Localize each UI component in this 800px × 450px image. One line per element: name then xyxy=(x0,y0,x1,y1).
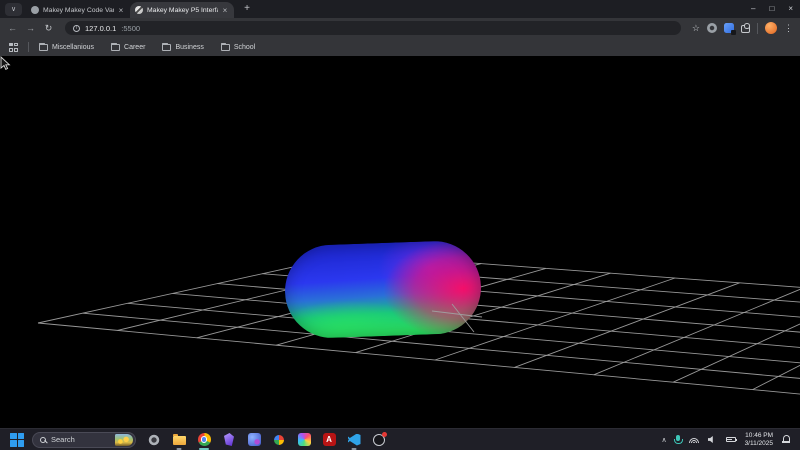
obsidian-app-button[interactable] xyxy=(221,430,237,450)
minimize-button[interactable]: – xyxy=(751,4,755,13)
system-tray: ∧ 10:46 PM 3/11/2025 xyxy=(661,432,794,447)
apps-grid-icon[interactable] xyxy=(9,42,18,52)
extension-icon[interactable] xyxy=(707,23,717,33)
tab-search-button[interactable]: ∨ xyxy=(5,3,22,16)
blue-app-button[interactable] xyxy=(246,430,262,450)
bookmarks-bar: Miscellanious Career Business School xyxy=(0,38,800,56)
folder-icon xyxy=(220,42,230,51)
bookmark-folder-school[interactable]: School xyxy=(220,42,256,51)
site-info-icon[interactable]: i xyxy=(73,24,80,32)
back-button[interactable]: ← xyxy=(7,23,18,33)
tab-close-icon[interactable]: × xyxy=(221,6,229,15)
active-app-indicator xyxy=(199,447,209,450)
tray-date: 3/11/2025 xyxy=(744,439,773,447)
blue-app-icon xyxy=(247,433,261,446)
tab-makey-p5-interface[interactable]: Makey Makey P5 Interface × xyxy=(130,2,234,18)
gallery-app-button[interactable] xyxy=(296,430,312,450)
chrome-icon xyxy=(197,433,211,446)
extensions-puzzle-icon[interactable] xyxy=(741,23,750,33)
tab-favicon-icon xyxy=(31,6,39,14)
bookmarks-divider xyxy=(28,42,29,52)
wifi-icon[interactable] xyxy=(688,436,699,443)
acrobat-app-button[interactable]: A xyxy=(321,430,337,450)
hidden-icons-chevron[interactable]: ∧ xyxy=(661,436,666,444)
taskbar-search-input[interactable]: Search xyxy=(32,431,136,448)
bookmark-label: Career xyxy=(124,43,146,51)
url-host: 127.0.0.1 xyxy=(85,23,117,33)
bookmark-label: Business xyxy=(175,43,204,51)
mouse-cursor xyxy=(0,56,11,71)
settings-app-button[interactable] xyxy=(146,430,162,450)
folder-icon xyxy=(39,42,48,51)
p5-canvas[interactable] xyxy=(0,56,800,428)
chrome-app-button[interactable] xyxy=(196,430,212,450)
bookmark-folder-career[interactable]: Career xyxy=(111,42,146,51)
folder-icon xyxy=(172,434,186,445)
address-bar[interactable]: i 127.0.0.1 :5500 xyxy=(65,21,681,35)
search-icon xyxy=(40,436,46,443)
window-controls: – □ × xyxy=(751,0,793,17)
microphone-icon[interactable] xyxy=(673,435,683,444)
refresh-button[interactable]: ↻ xyxy=(43,23,54,34)
notifications-bell-icon[interactable] xyxy=(782,435,790,444)
bookmark-folder-miscellanious[interactable]: Miscellanious xyxy=(39,42,95,51)
crystal-icon xyxy=(224,433,234,446)
google-photos-app-button[interactable] xyxy=(271,430,287,450)
browser-toolbar: ← → ↻ i 127.0.0.1 :5500 ☆ ⋮ xyxy=(0,18,800,38)
grid-overlap-lines xyxy=(431,303,483,333)
globe-favicon-icon xyxy=(135,6,143,14)
tab-close-icon[interactable]: × xyxy=(117,6,125,15)
extension-icon-blue[interactable] xyxy=(724,23,736,35)
windows-start-button[interactable] xyxy=(10,432,24,447)
taskbar: Search A ∧ 10:46 PM 3/11/2025 xyxy=(0,428,800,450)
menu-icon[interactable]: ⋮ xyxy=(784,23,793,33)
chevron-down-icon: ∨ xyxy=(10,5,17,13)
folder-icon xyxy=(111,42,121,51)
tab-strip: ∨ Makey Makey Code Variations × Makey Ma… xyxy=(0,0,800,18)
forward-button[interactable]: → xyxy=(25,23,36,33)
file-explorer-app-button[interactable] xyxy=(171,430,187,450)
bookmark-label: Miscellanious xyxy=(52,43,95,51)
battery-icon[interactable] xyxy=(725,436,737,443)
tab-title: Makey Makey Code Variations xyxy=(43,6,114,14)
acrobat-icon: A xyxy=(322,433,336,446)
gear-icon xyxy=(148,433,160,446)
bookmark-folder-business[interactable]: Business xyxy=(162,42,204,51)
profile-avatar[interactable] xyxy=(765,22,777,34)
url-port: :5500 xyxy=(121,23,141,33)
pinwheel-icon xyxy=(274,434,284,445)
clock-badge-icon xyxy=(373,432,387,446)
volume-icon[interactable] xyxy=(707,435,713,444)
folder-icon xyxy=(162,42,172,51)
tab-makey-code-variations[interactable]: Makey Makey Code Variations × xyxy=(26,2,130,18)
maximize-button[interactable]: □ xyxy=(769,4,774,13)
vscode-icon xyxy=(347,433,361,446)
bookmark-label: School xyxy=(233,43,256,51)
close-button[interactable]: × xyxy=(788,4,793,13)
search-placeholder: Search xyxy=(51,435,75,444)
taskbar-app-icons: A xyxy=(146,430,387,450)
new-tab-button[interactable]: + xyxy=(239,2,255,16)
clock-datetime[interactable]: 10:46 PM 3/11/2025 xyxy=(745,432,773,447)
bookmark-star-icon[interactable]: ☆ xyxy=(692,23,700,33)
search-highlight-thumbnail xyxy=(115,433,133,446)
open-app-indicator xyxy=(176,447,182,450)
vscode-app-button[interactable] xyxy=(346,430,362,450)
clock-app-button[interactable] xyxy=(371,430,387,450)
tray-time: 10:46 PM xyxy=(745,432,773,439)
tab-title: Makey Makey P5 Interface xyxy=(147,6,218,14)
open-app-indicator xyxy=(351,447,357,450)
toolbar-divider xyxy=(757,22,758,34)
desktop-screen: ∨ Makey Makey Code Variations × Makey Ma… xyxy=(0,0,800,450)
rainbow-square-icon xyxy=(297,433,311,446)
